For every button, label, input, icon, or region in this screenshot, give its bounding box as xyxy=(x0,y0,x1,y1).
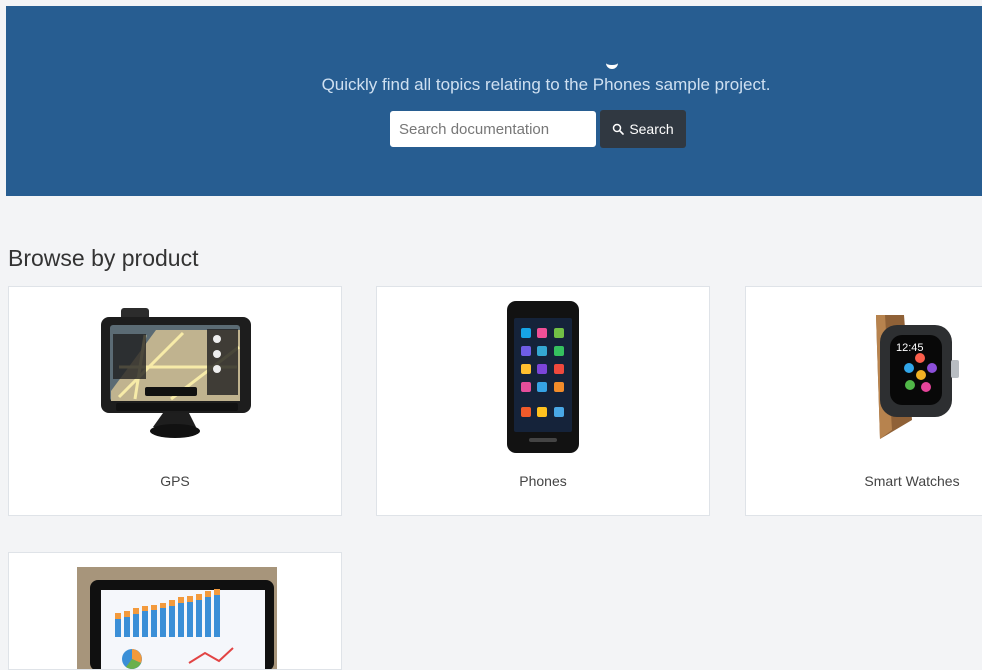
smart-watch-image: 12:45 xyxy=(876,315,959,439)
hero-banner: Quickly find all topics relating to the … xyxy=(6,6,982,196)
product-card-phones[interactable]: Phones xyxy=(376,286,710,516)
search-row: Search xyxy=(390,110,686,148)
search-input[interactable] xyxy=(390,111,596,147)
browse-by-product-heading: Browse by product xyxy=(8,245,199,271)
search-button[interactable]: Search xyxy=(600,110,686,148)
gps-device-image xyxy=(101,308,251,438)
svg-text:12:45: 12:45 xyxy=(896,342,924,354)
phone-image xyxy=(507,301,579,453)
search-icon xyxy=(613,123,625,135)
hero-subtitle: Quickly find all topics relating to the … xyxy=(321,75,771,94)
documentation-home: Quickly find all topics relating to the … xyxy=(0,0,982,670)
search-button-label: Search xyxy=(629,121,674,137)
hero-title-fragment xyxy=(606,61,618,69)
product-label-smart-watches: Smart Watches xyxy=(864,473,960,489)
product-card-smart-watches[interactable]: 12:45 Smart Watches xyxy=(745,286,982,516)
product-card-gps[interactable]: GPS xyxy=(8,286,342,516)
product-card-grid: GPS Phones 12:45 Smart Watches xyxy=(8,286,982,670)
product-label-gps: GPS xyxy=(160,473,190,489)
tablet-chart-image xyxy=(77,567,277,669)
product-label-phones: Phones xyxy=(519,473,567,489)
product-card-tablet[interactable] xyxy=(8,552,342,670)
